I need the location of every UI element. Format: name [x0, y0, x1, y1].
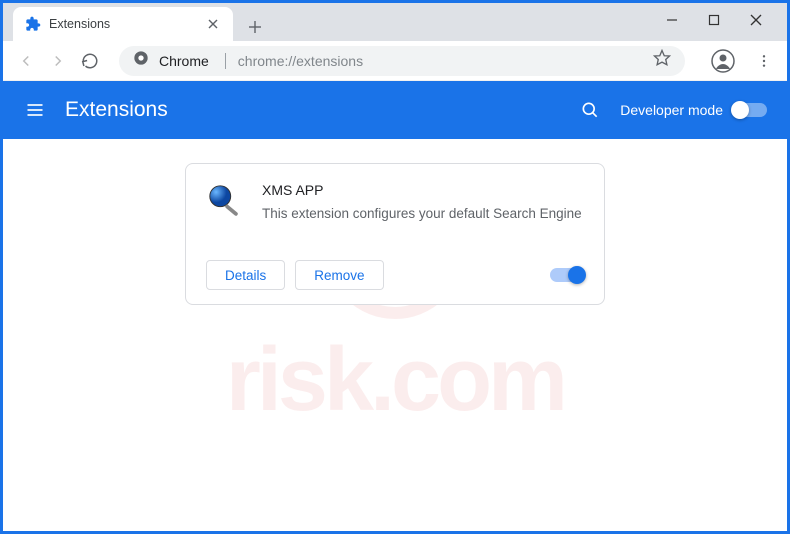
nav-bar: Chrome chrome://extensions	[3, 41, 787, 81]
hamburger-menu-icon[interactable]	[23, 98, 47, 122]
extension-card-header: XMS APP This extension configures your d…	[206, 182, 584, 224]
page-title: Extensions	[65, 98, 578, 122]
bookmark-star-icon[interactable]	[653, 49, 671, 72]
extension-card: XMS APP This extension configures your d…	[185, 163, 605, 305]
new-tab-button[interactable]	[241, 13, 269, 41]
extension-puzzle-icon	[25, 16, 41, 32]
watermark-text: risk.com	[226, 329, 564, 432]
extension-description: This extension configures your default S…	[262, 204, 582, 224]
url-divider	[225, 53, 226, 69]
profile-avatar-icon[interactable]	[711, 49, 735, 73]
extensions-toolbar: Extensions Developer mode	[3, 81, 787, 139]
maximize-icon[interactable]	[707, 13, 721, 27]
content-area: PC risk.com XMS APP This extension confi…	[3, 139, 787, 329]
extension-info: XMS APP This extension configures your d…	[262, 182, 582, 224]
minimize-icon[interactable]	[665, 13, 679, 27]
reload-button[interactable]	[79, 50, 101, 72]
forward-button[interactable]	[47, 50, 69, 72]
tab-title: Extensions	[49, 17, 207, 31]
extension-app-icon	[206, 182, 244, 220]
address-bar[interactable]: Chrome chrome://extensions	[119, 46, 685, 76]
extension-name: XMS APP	[262, 182, 582, 198]
toggle-knob	[731, 101, 749, 119]
browser-tab[interactable]: Extensions	[13, 7, 233, 41]
close-window-icon[interactable]	[749, 13, 763, 27]
url-origin: Chrome	[159, 53, 209, 69]
details-button[interactable]: Details	[206, 260, 285, 290]
kebab-menu-icon[interactable]	[753, 50, 775, 72]
developer-mode-label: Developer mode	[620, 102, 723, 118]
developer-mode-toggle[interactable]	[733, 103, 767, 117]
url-path: chrome://extensions	[238, 53, 363, 69]
extension-card-actions: Details Remove	[206, 260, 584, 290]
remove-button[interactable]: Remove	[295, 260, 383, 290]
extension-enable-toggle[interactable]	[550, 268, 584, 282]
window-controls	[665, 3, 787, 37]
back-button[interactable]	[15, 50, 37, 72]
tab-close-icon[interactable]	[207, 17, 221, 31]
toggle-knob	[568, 266, 586, 284]
chrome-logo-icon	[133, 50, 149, 71]
search-icon[interactable]	[578, 98, 602, 122]
